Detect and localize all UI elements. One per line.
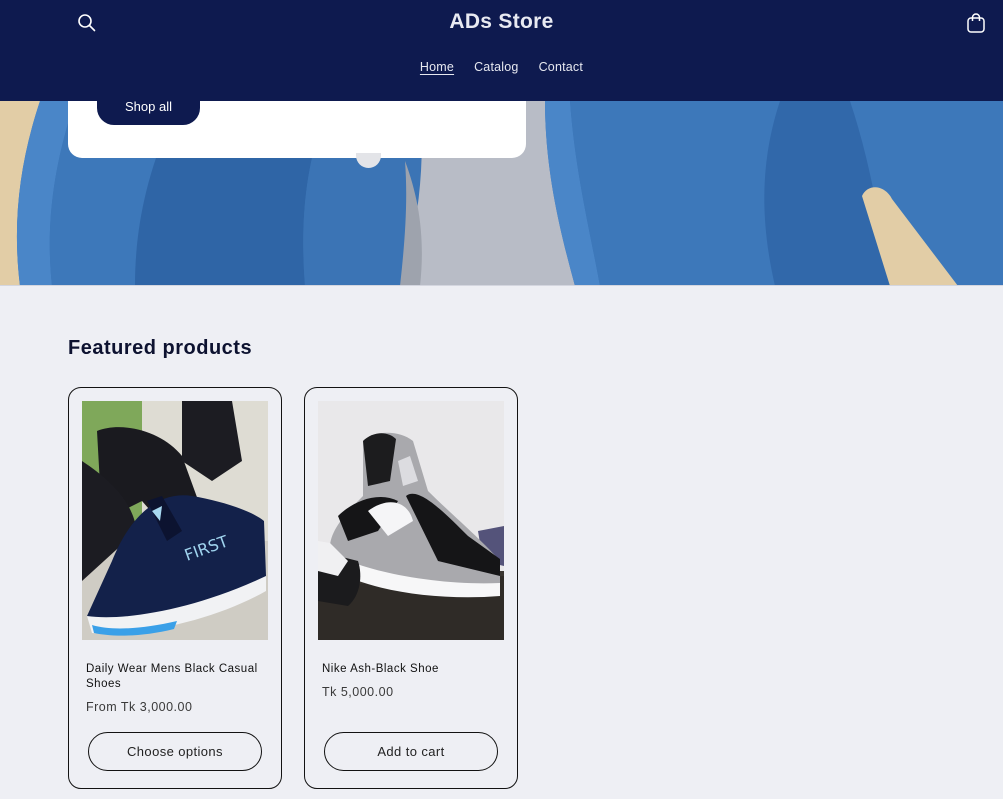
product-image[interactable] — [318, 401, 504, 640]
hero-banner: Shop all — [0, 101, 1003, 286]
product-card[interactable]: FIRST Daily Wear Mens Black Casual Shoes… — [68, 387, 282, 789]
product-card[interactable]: Nike Ash-Black Shoe Tk 5,000.00 Add to c… — [304, 387, 518, 789]
product-image[interactable]: FIRST — [82, 401, 268, 640]
product-price: Tk 5,000.00 — [322, 685, 394, 699]
nav-home[interactable]: Home — [420, 59, 454, 75]
product-name[interactable]: Nike Ash-Black Shoe — [322, 662, 502, 677]
main-nav: Home Catalog Contact — [0, 59, 1003, 75]
nav-contact[interactable]: Contact — [539, 59, 583, 75]
product-price: From Tk 3,000.00 — [86, 700, 193, 714]
add-to-cart-button[interactable]: Add to cart — [324, 732, 498, 771]
shop-all-button[interactable]: Shop all — [97, 101, 200, 125]
product-name[interactable]: Daily Wear Mens Black Casual Shoes — [86, 662, 266, 692]
nav-catalog[interactable]: Catalog — [474, 59, 519, 75]
featured-products-title: Featured products — [68, 337, 253, 359]
shopping-bag-icon[interactable] — [966, 12, 986, 34]
site-header: ADs Store Home Catalog Contact — [0, 0, 1003, 101]
choose-options-button[interactable]: Choose options — [88, 732, 262, 771]
store-title[interactable]: ADs Store — [0, 10, 1003, 34]
